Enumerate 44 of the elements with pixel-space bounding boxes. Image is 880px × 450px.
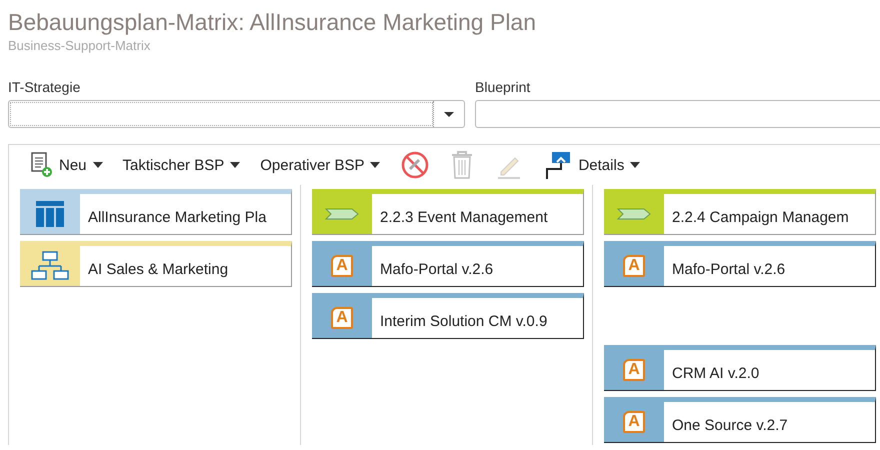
- card-label: 2.2.4 Campaign Managem: [671, 208, 849, 226]
- card-label: CRM AI v.2.0: [671, 364, 760, 382]
- card-label: 2.2.3 Event Management: [379, 208, 548, 226]
- matrix-card[interactable]: A CRM AI v.2.0: [604, 345, 876, 391]
- field-label: Blueprint: [475, 79, 532, 95]
- trash-icon: [450, 150, 474, 180]
- columns-icon: [36, 201, 64, 227]
- card-label: AllInsurance Marketing Pla: [87, 208, 266, 226]
- chevron-icon: [617, 208, 651, 220]
- caret-icon: [630, 162, 640, 168]
- matrix-card[interactable]: 2.2.3 Event Management: [312, 189, 584, 235]
- hierarchy-icon: [30, 251, 70, 281]
- app-badge: A: [623, 255, 645, 277]
- page-subtitle: Business-Support-Matrix: [8, 38, 152, 53]
- matrix-card[interactable]: A Mafo-Portal v.2.6: [604, 241, 876, 287]
- card-label: One Source v.2.7: [671, 416, 788, 434]
- card-label: Interim Solution CM v.0.9: [379, 312, 548, 330]
- matrix-card[interactable]: AI Sales & Marketing: [20, 241, 292, 287]
- matrix-card[interactable]: AllInsurance Marketing Pla: [20, 189, 292, 235]
- matrix-card[interactable]: A Mafo-Portal v.2.6: [312, 241, 584, 287]
- details-icon: [544, 150, 572, 180]
- app-badge: A: [623, 359, 645, 381]
- caret-icon: [92, 162, 103, 168]
- blueprint-field[interactable]: [475, 100, 880, 128]
- matrix-card[interactable]: 2.2.4 Campaign Managem: [604, 189, 876, 235]
- app-badge: A: [331, 255, 353, 277]
- no-link-icon: [400, 150, 430, 180]
- card-label: Mafo-Portal v.2.6: [379, 260, 494, 278]
- new-document-icon: [31, 152, 53, 178]
- caret-icon: [230, 162, 240, 168]
- new-menu-button[interactable]: Neu: [23, 148, 111, 182]
- menu-button[interactable]: Operativer BSP: [252, 152, 388, 178]
- chevron-icon: [325, 208, 359, 220]
- field-label: IT-Strategie: [8, 79, 82, 95]
- card-label: Mafo-Portal v.2.6: [671, 260, 786, 278]
- page-title: Bebauungsplan-Matrix: AllInsurance Marketing Plan: [8, 8, 538, 36]
- app-badge: A: [331, 307, 353, 329]
- matrix-card[interactable]: A One Source v.2.7: [604, 397, 876, 443]
- card-label: AI Sales & Marketing: [87, 260, 228, 278]
- caret-icon: [370, 162, 380, 168]
- details-menu-button[interactable]: Details: [536, 146, 648, 184]
- app-badge: A: [623, 411, 645, 433]
- matrix-card[interactable]: A Interim Solution CM v.0.9: [312, 293, 584, 339]
- menu-button[interactable]: Taktischer BSP: [114, 152, 248, 178]
